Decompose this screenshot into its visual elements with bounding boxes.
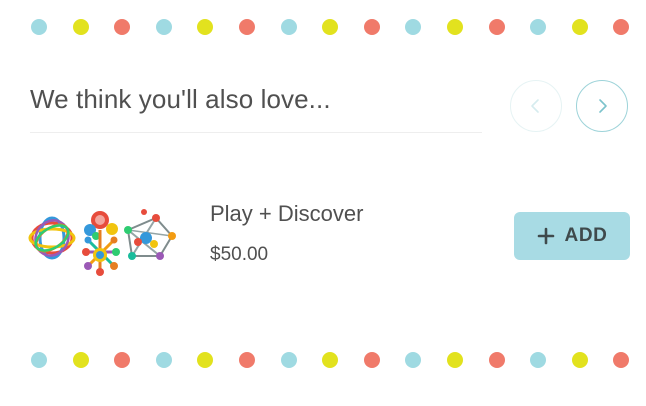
product-name[interactable]: Play + Discover xyxy=(210,201,363,227)
decorative-dot xyxy=(197,352,214,368)
add-to-cart-button[interactable]: ADD xyxy=(514,212,630,260)
decorative-dot xyxy=(114,19,131,35)
decorative-dot xyxy=(571,352,588,368)
section-divider xyxy=(30,132,482,133)
carousel-prev-button[interactable] xyxy=(510,80,562,132)
toy-frame xyxy=(124,209,176,260)
decorative-dot xyxy=(322,352,339,368)
decorative-dot xyxy=(530,19,547,35)
decorative-dot xyxy=(613,352,630,368)
decorative-dot xyxy=(613,19,630,35)
decorative-dot xyxy=(530,352,547,368)
decorative-dot xyxy=(405,19,422,35)
decorative-dot xyxy=(447,19,463,35)
decorative-dot xyxy=(280,352,297,368)
toy-loops xyxy=(28,216,76,260)
top-decorative-dots xyxy=(0,17,646,37)
decorative-dot xyxy=(363,19,380,35)
chevron-left-icon xyxy=(531,99,539,113)
decorative-dot xyxy=(114,352,131,368)
decorative-dot xyxy=(31,352,47,368)
decorative-dot xyxy=(363,352,380,368)
decorative-dot xyxy=(31,19,47,35)
decorative-dot xyxy=(405,352,422,368)
carousel-next-button[interactable] xyxy=(576,80,628,132)
decorative-dot xyxy=(72,352,89,368)
plus-icon xyxy=(537,227,554,245)
chevron-right-icon xyxy=(599,99,607,113)
decorative-dot xyxy=(155,352,172,368)
decorative-dot xyxy=(72,19,89,35)
decorative-dot xyxy=(571,19,588,35)
decorative-dot xyxy=(197,19,214,35)
decorative-dot xyxy=(322,19,339,35)
add-button-label: ADD xyxy=(564,225,608,246)
product-image[interactable] xyxy=(28,200,178,284)
decorative-dot xyxy=(447,352,463,368)
decorative-dot xyxy=(239,19,255,35)
toy-ball xyxy=(82,211,120,276)
decorative-dot xyxy=(239,352,255,368)
decorative-dot xyxy=(488,19,505,35)
product-price: $50.00 xyxy=(210,244,269,265)
bottom-decorative-dots xyxy=(0,350,646,370)
decorative-dot xyxy=(488,352,505,368)
decorative-dot xyxy=(155,19,172,35)
section-title: We think you'll also love... xyxy=(30,84,331,114)
decorative-dot xyxy=(280,19,297,35)
